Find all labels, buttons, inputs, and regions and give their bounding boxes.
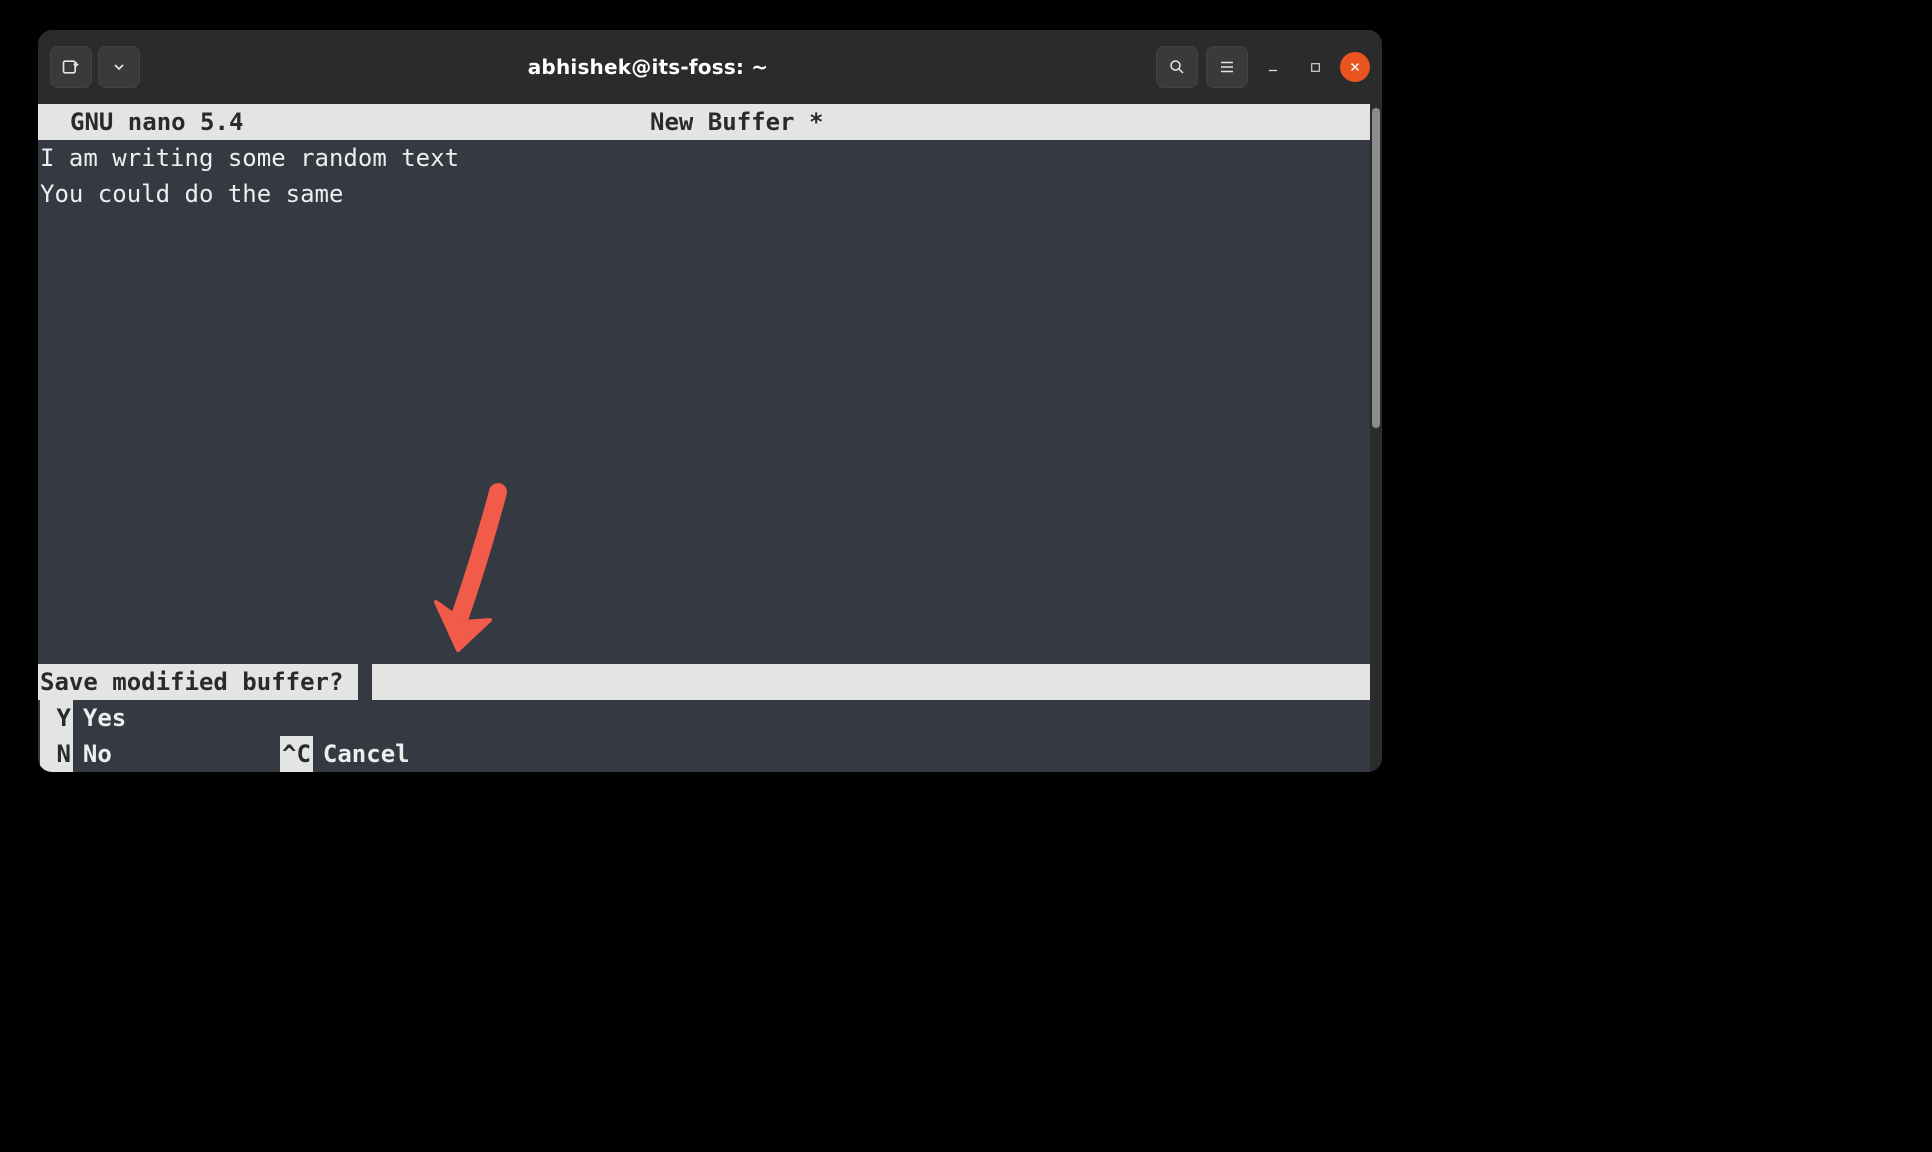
nano-version: GNU nano 5.4 [40, 104, 243, 140]
tab-dropdown-button[interactable] [98, 46, 140, 88]
shortcut-label-cancel: Cancel [323, 736, 410, 772]
maximize-button[interactable] [1298, 50, 1332, 84]
shortcut-key-cancel[interactable]: ^C [280, 736, 313, 772]
search-button[interactable] [1156, 46, 1198, 88]
nano-options: Y Yes N No ^C Cancel [38, 700, 1370, 772]
editor-line: You could do the same [38, 176, 1370, 212]
scrollbar[interactable] [1370, 104, 1382, 772]
titlebar-left-group [50, 46, 140, 88]
close-button[interactable] [1340, 52, 1370, 82]
terminal-viewport[interactable]: GNU nano 5.4 New Buffer * I am writing s… [38, 104, 1370, 772]
scrollbar-thumb[interactable] [1372, 108, 1380, 428]
nano-prompt-bar: Save modified buffer? [38, 664, 1370, 700]
shortcut-label-no: No [83, 736, 112, 772]
titlebar: abhishek@its-foss: ~ [38, 30, 1382, 104]
shortcut-key-n[interactable]: N [40, 736, 73, 772]
window-title: abhishek@its-foss: ~ [148, 55, 1148, 79]
editor-line: I am writing some random text [38, 140, 1370, 176]
menu-button[interactable] [1206, 46, 1248, 88]
option-row-1: Y Yes [38, 700, 1370, 736]
shortcut-label-yes: Yes [83, 700, 126, 736]
shortcut-key-y[interactable]: Y [40, 700, 73, 736]
nano-header-bar: GNU nano 5.4 New Buffer * [38, 104, 1370, 140]
new-tab-button[interactable] [50, 46, 92, 88]
nano-prompt-text: Save modified buffer? [38, 664, 358, 700]
terminal-window: abhishek@its-foss: ~ [38, 30, 1382, 772]
option-row-2: N No ^C Cancel [38, 736, 1370, 772]
titlebar-right-group [1156, 46, 1370, 88]
cursor-icon [358, 664, 372, 700]
minimize-button[interactable] [1256, 50, 1290, 84]
nano-editor-area[interactable]: I am writing some random text You could … [38, 140, 1370, 212]
nano-buffer-name: New Buffer * [243, 104, 1370, 140]
